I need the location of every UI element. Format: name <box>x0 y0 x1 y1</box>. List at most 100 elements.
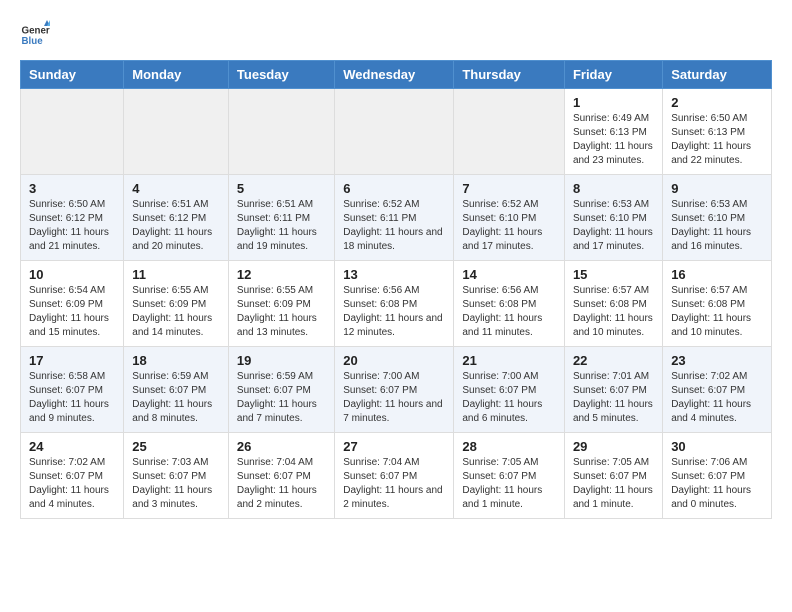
weekday-header-thursday: Thursday <box>454 61 565 89</box>
weekday-header-friday: Friday <box>564 61 662 89</box>
calendar-cell: 20 Sunrise: 7:00 AMSunset: 6:07 PMDayligh… <box>335 347 454 433</box>
calendar-cell: 26 Sunrise: 7:04 AMSunset: 6:07 PMDayligh… <box>228 433 334 519</box>
logo-icon: General Blue <box>20 20 50 50</box>
day-number: 19 <box>237 353 326 368</box>
weekday-header-monday: Monday <box>124 61 229 89</box>
day-number: 15 <box>573 267 654 282</box>
logo: General Blue <box>20 20 54 50</box>
day-number: 1 <box>573 95 654 110</box>
day-info: Sunrise: 6:51 AMSunset: 6:11 PMDaylight:… <box>237 198 326 254</box>
day-info: Sunrise: 6:57 AMSunset: 6:08 PMDaylight:… <box>573 284 654 340</box>
weekday-header-row: SundayMondayTuesdayWednesdayThursdayFrid… <box>21 61 772 89</box>
calendar-cell: 30 Sunrise: 7:06 AMSunset: 6:07 PMDayligh… <box>663 433 772 519</box>
day-info: Sunrise: 7:05 AMSunset: 6:07 PMDaylight:… <box>573 456 654 512</box>
calendar-week-row: 24Sunrise: 7:02 AMSunset: 6:07 PMDayligh… <box>21 433 772 519</box>
day-info: Sunrise: 7:01 AMSunset: 6:07 PMDaylight:… <box>573 370 654 426</box>
day-info: Sunrise: 6:53 AMSunset: 6:10 PMDaylight:… <box>573 198 654 254</box>
day-info: Sunrise: 6:56 AMSunset: 6:08 PMDaylight:… <box>343 284 445 340</box>
calendar-cell <box>454 89 565 175</box>
day-info: Sunrise: 7:04 AMSunset: 6:07 PMDaylight:… <box>237 456 326 512</box>
calendar-cell: 7 Sunrise: 6:52 AMSunset: 6:10 PMDaylight… <box>454 175 565 261</box>
calendar-cell: 15 Sunrise: 6:57 AMSunset: 6:08 PMDayligh… <box>564 261 662 347</box>
calendar-cell: 24Sunrise: 7:02 AMSunset: 6:07 PMDayligh… <box>21 433 124 519</box>
day-info: Sunrise: 6:50 AMSunset: 6:13 PMDaylight:… <box>671 112 763 168</box>
calendar-header: SundayMondayTuesdayWednesdayThursdayFrid… <box>21 61 772 89</box>
svg-text:General: General <box>22 26 51 37</box>
day-number: 11 <box>132 267 220 282</box>
calendar-cell: 11 Sunrise: 6:55 AMSunset: 6:09 PMDayligh… <box>124 261 229 347</box>
svg-text:Blue: Blue <box>22 36 44 47</box>
day-info: Sunrise: 7:03 AMSunset: 6:07 PMDaylight:… <box>132 456 220 512</box>
calendar-cell <box>335 89 454 175</box>
calendar-week-row: 3 Sunrise: 6:50 AMSunset: 6:12 PMDaylight… <box>21 175 772 261</box>
day-info: Sunrise: 6:51 AMSunset: 6:12 PMDaylight:… <box>132 198 220 254</box>
day-number: 6 <box>343 181 445 196</box>
calendar-cell: 23 Sunrise: 7:02 AMSunset: 6:07 PMDayligh… <box>663 347 772 433</box>
day-number: 3 <box>29 181 115 196</box>
day-info: Sunrise: 6:53 AMSunset: 6:10 PMDaylight:… <box>671 198 763 254</box>
day-number: 12 <box>237 267 326 282</box>
calendar-week-row: 10Sunrise: 6:54 AMSunset: 6:09 PMDayligh… <box>21 261 772 347</box>
calendar-cell: 22 Sunrise: 7:01 AMSunset: 6:07 PMDayligh… <box>564 347 662 433</box>
day-number: 20 <box>343 353 445 368</box>
day-number: 14 <box>462 267 556 282</box>
day-number: 25 <box>132 439 220 454</box>
day-info: Sunrise: 7:06 AMSunset: 6:07 PMDaylight:… <box>671 456 763 512</box>
page-header: General Blue <box>20 20 772 50</box>
calendar-cell: 12 Sunrise: 6:55 AMSunset: 6:09 PMDayligh… <box>228 261 334 347</box>
day-info: Sunrise: 7:02 AMSunset: 6:07 PMDaylight:… <box>671 370 763 426</box>
day-info: Sunrise: 6:55 AMSunset: 6:09 PMDaylight:… <box>132 284 220 340</box>
day-info: Sunrise: 7:05 AMSunset: 6:07 PMDaylight:… <box>462 456 556 512</box>
calendar-table: SundayMondayTuesdayWednesdayThursdayFrid… <box>20 60 772 519</box>
calendar-cell <box>228 89 334 175</box>
day-info: Sunrise: 6:49 AMSunset: 6:13 PMDaylight:… <box>573 112 654 168</box>
calendar-cell: 4 Sunrise: 6:51 AMSunset: 6:12 PMDaylight… <box>124 175 229 261</box>
calendar-week-row: 1 Sunrise: 6:49 AMSunset: 6:13 PMDaylight… <box>21 89 772 175</box>
day-number: 30 <box>671 439 763 454</box>
calendar-week-row: 17Sunrise: 6:58 AMSunset: 6:07 PMDayligh… <box>21 347 772 433</box>
day-number: 5 <box>237 181 326 196</box>
calendar-cell: 3 Sunrise: 6:50 AMSunset: 6:12 PMDaylight… <box>21 175 124 261</box>
weekday-header-tuesday: Tuesday <box>228 61 334 89</box>
day-number: 8 <box>573 181 654 196</box>
calendar-cell: 2Sunrise: 6:50 AMSunset: 6:13 PMDaylight… <box>663 89 772 175</box>
calendar-cell <box>124 89 229 175</box>
calendar-cell: 27 Sunrise: 7:04 AMSunset: 6:07 PMDayligh… <box>335 433 454 519</box>
calendar-cell: 19 Sunrise: 6:59 AMSunset: 6:07 PMDayligh… <box>228 347 334 433</box>
day-number: 22 <box>573 353 654 368</box>
day-info: Sunrise: 7:00 AMSunset: 6:07 PMDaylight:… <box>343 370 445 426</box>
calendar-cell: 13 Sunrise: 6:56 AMSunset: 6:08 PMDayligh… <box>335 261 454 347</box>
calendar-cell: 1 Sunrise: 6:49 AMSunset: 6:13 PMDaylight… <box>564 89 662 175</box>
day-number: 29 <box>573 439 654 454</box>
weekday-header-sunday: Sunday <box>21 61 124 89</box>
day-info: Sunrise: 7:04 AMSunset: 6:07 PMDaylight:… <box>343 456 445 512</box>
calendar-cell: 17Sunrise: 6:58 AMSunset: 6:07 PMDayligh… <box>21 347 124 433</box>
calendar-cell: 9 Sunrise: 6:53 AMSunset: 6:10 PMDaylight… <box>663 175 772 261</box>
day-number: 21 <box>462 353 556 368</box>
calendar-cell: 29 Sunrise: 7:05 AMSunset: 6:07 PMDayligh… <box>564 433 662 519</box>
calendar-cell: 8 Sunrise: 6:53 AMSunset: 6:10 PMDaylight… <box>564 175 662 261</box>
day-info: Sunrise: 7:00 AMSunset: 6:07 PMDaylight:… <box>462 370 556 426</box>
calendar-cell: 21 Sunrise: 7:00 AMSunset: 6:07 PMDayligh… <box>454 347 565 433</box>
weekday-header-saturday: Saturday <box>663 61 772 89</box>
day-number: 26 <box>237 439 326 454</box>
day-number: 9 <box>671 181 763 196</box>
day-info: Sunrise: 6:52 AMSunset: 6:10 PMDaylight:… <box>462 198 556 254</box>
day-number: 28 <box>462 439 556 454</box>
day-number: 18 <box>132 353 220 368</box>
day-number: 4 <box>132 181 220 196</box>
day-number: 23 <box>671 353 763 368</box>
day-info: Sunrise: 6:50 AMSunset: 6:12 PMDaylight:… <box>29 198 115 254</box>
calendar-cell: 25 Sunrise: 7:03 AMSunset: 6:07 PMDayligh… <box>124 433 229 519</box>
day-info: Sunrise: 6:52 AMSunset: 6:11 PMDaylight:… <box>343 198 445 254</box>
day-info: Sunrise: 6:59 AMSunset: 6:07 PMDaylight:… <box>237 370 326 426</box>
day-number: 27 <box>343 439 445 454</box>
calendar-cell: 18Sunrise: 6:59 AMSunset: 6:07 PMDayligh… <box>124 347 229 433</box>
day-info: Sunrise: 6:55 AMSunset: 6:09 PMDaylight:… <box>237 284 326 340</box>
day-number: 24 <box>29 439 115 454</box>
day-number: 7 <box>462 181 556 196</box>
calendar-cell: 16Sunrise: 6:57 AMSunset: 6:08 PMDayligh… <box>663 261 772 347</box>
calendar-cell: 10Sunrise: 6:54 AMSunset: 6:09 PMDayligh… <box>21 261 124 347</box>
day-number: 13 <box>343 267 445 282</box>
day-info: Sunrise: 6:54 AMSunset: 6:09 PMDaylight:… <box>29 284 115 340</box>
